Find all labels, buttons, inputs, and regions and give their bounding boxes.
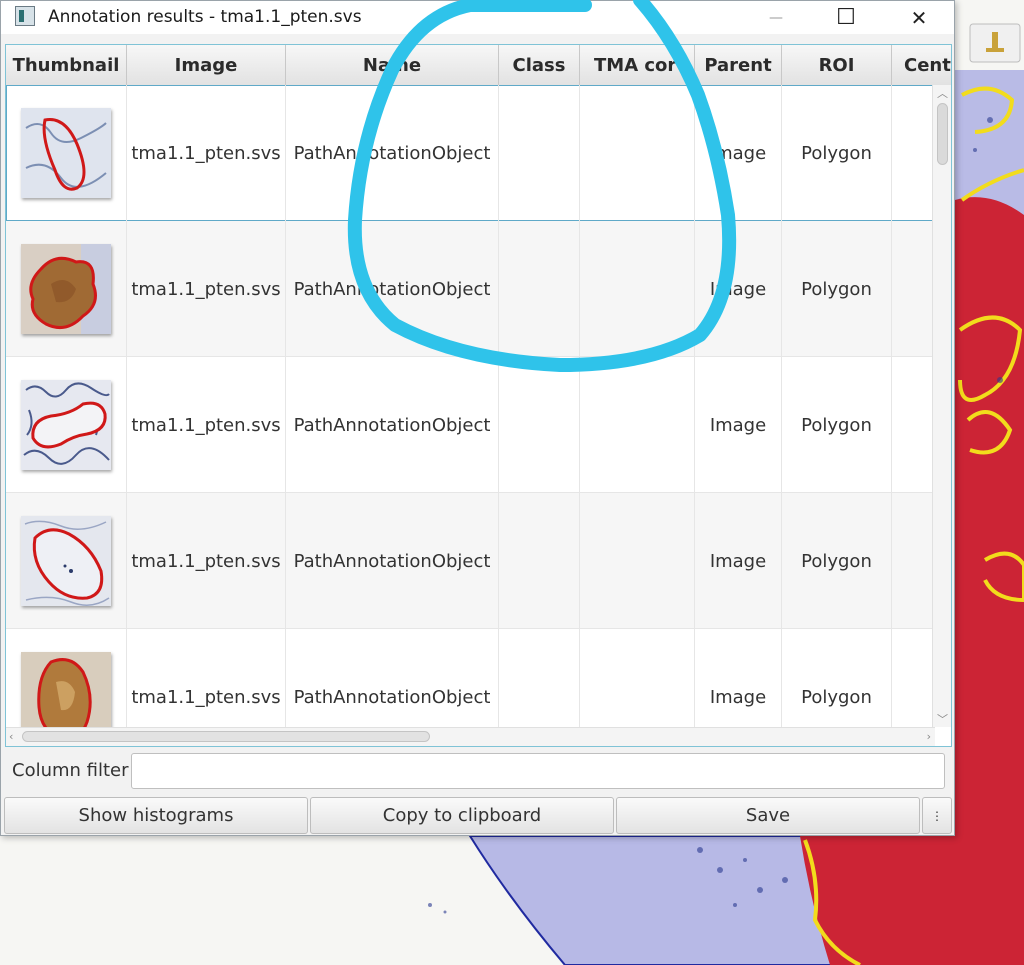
tma-core-cell <box>580 357 695 493</box>
title-bar[interactable]: Annotation results - tma1.1_pten.svs — ☐… <box>1 1 954 34</box>
app-icon <box>15 6 35 26</box>
annotation-results-window: Annotation results - tma1.1_pten.svs — ☐… <box>0 0 955 836</box>
table-header: Thumbnail Image Name Class TMA cor Paren… <box>6 45 951 86</box>
parent-cell: Image <box>695 221 782 357</box>
minimize-button[interactable]: — <box>746 1 806 34</box>
maximize-icon: ☐ <box>836 5 856 30</box>
column-header-class[interactable]: Class <box>499 45 580 85</box>
save-button[interactable]: Save <box>616 797 920 834</box>
image-cell: tma1.1_pten.svs <box>127 221 286 357</box>
parent-cell: Image <box>695 357 782 493</box>
class-cell <box>499 493 580 629</box>
column-filter-label: Column filter <box>12 760 129 781</box>
name-cell: PathAnnotationObject <box>286 357 499 493</box>
window-title: Annotation results - tma1.1_pten.svs <box>48 7 362 27</box>
column-header-roi[interactable]: ROI <box>782 45 892 85</box>
close-icon: ✕ <box>910 5 928 30</box>
tma-core-cell <box>580 493 695 629</box>
centroid-cell <box>892 493 933 629</box>
maximize-button[interactable]: ☐ <box>816 1 876 34</box>
vertical-scroll-thumb[interactable] <box>937 103 948 165</box>
column-header-image[interactable]: Image <box>127 45 286 85</box>
column-header-tma-core[interactable]: TMA cor <box>580 45 695 85</box>
show-histograms-button[interactable]: Show histograms <box>4 797 308 834</box>
horizontal-scroll-thumb[interactable] <box>22 731 430 742</box>
parent-cell: Image <box>695 85 782 221</box>
name-cell: PathAnnotationObject <box>286 85 499 221</box>
scroll-up-icon[interactable]: ︿ <box>937 85 948 101</box>
image-cell: tma1.1_pten.svs <box>127 357 286 493</box>
column-header-parent[interactable]: Parent <box>695 45 782 85</box>
column-header-centroid[interactable]: Centr <box>892 45 951 85</box>
roi-cell: Polygon <box>782 357 892 493</box>
horizontal-scrollbar[interactable]: ‹ › <box>6 727 935 746</box>
thumbnail-image <box>21 108 111 198</box>
column-filter-input[interactable] <box>131 753 945 789</box>
thumbnail-cell <box>6 221 127 357</box>
thumbnail-cell <box>6 85 127 221</box>
class-cell <box>499 357 580 493</box>
scroll-right-icon[interactable]: › <box>927 730 931 743</box>
table-row[interactable]: tma1.1_pten.svs PathAnnotationObject Ima… <box>6 221 933 357</box>
image-cell: tma1.1_pten.svs <box>127 493 286 629</box>
close-button[interactable]: ✕ <box>889 1 949 34</box>
minimize-icon: — <box>769 9 783 26</box>
more-options-icon: ⋮ <box>931 808 943 823</box>
centroid-cell <box>892 357 933 493</box>
centroid-cell <box>892 221 933 357</box>
class-cell <box>499 221 580 357</box>
roi-cell: Polygon <box>782 85 892 221</box>
scroll-left-icon[interactable]: ‹ <box>9 730 13 743</box>
table-row[interactable]: tma1.1_pten.svs PathAnnotationObject Ima… <box>6 357 933 493</box>
table-row[interactable]: tma1.1_pten.svs PathAnnotationObject Ima… <box>6 85 933 221</box>
thumbnail-image <box>21 516 111 606</box>
vertical-scrollbar[interactable]: ︿ ﹀ <box>932 85 951 727</box>
table-body: tma1.1_pten.svs PathAnnotationObject Ima… <box>6 85 933 746</box>
thumbnail-image <box>21 244 111 334</box>
parent-cell: Image <box>695 493 782 629</box>
name-cell: PathAnnotationObject <box>286 221 499 357</box>
column-header-thumbnail[interactable]: Thumbnail <box>6 45 127 85</box>
name-cell: PathAnnotationObject <box>286 493 499 629</box>
class-cell <box>499 85 580 221</box>
tma-core-cell <box>580 85 695 221</box>
scroll-down-icon[interactable]: ﹀ <box>937 711 948 727</box>
copy-to-clipboard-button[interactable]: Copy to clipboard <box>310 797 614 834</box>
results-table: Thumbnail Image Name Class TMA cor Paren… <box>5 44 952 747</box>
more-options-button[interactable]: ⋮ <box>922 797 952 834</box>
centroid-cell <box>892 85 933 221</box>
table-row[interactable]: tma1.1_pten.svs PathAnnotationObject Ima… <box>6 493 933 629</box>
roi-cell: Polygon <box>782 221 892 357</box>
thumbnail-cell <box>6 357 127 493</box>
thumbnail-image <box>21 380 111 470</box>
column-header-name[interactable]: Name <box>286 45 499 85</box>
thumbnail-cell <box>6 493 127 629</box>
roi-cell: Polygon <box>782 493 892 629</box>
tma-core-cell <box>580 221 695 357</box>
image-cell: tma1.1_pten.svs <box>127 85 286 221</box>
